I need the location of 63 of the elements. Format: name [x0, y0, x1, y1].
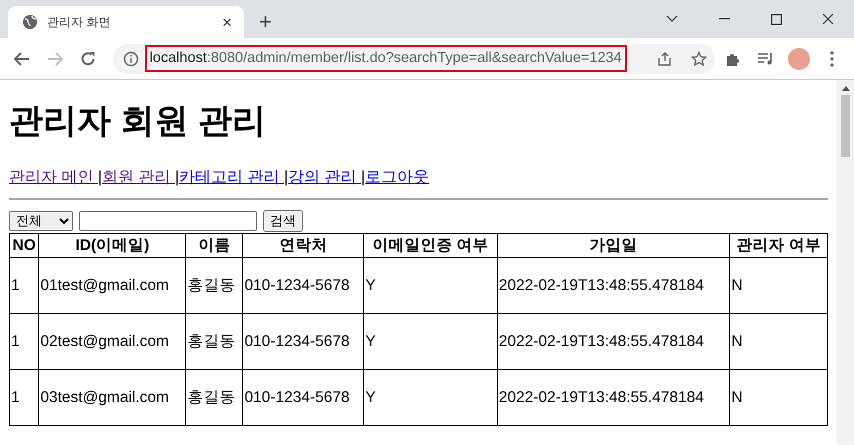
kebab-menu-icon — [830, 50, 834, 66]
url-text: localhost:8080/admin/member/list.do?searchType=all&searchValue=1234 — [144, 44, 627, 72]
table-cell: 1 — [10, 314, 39, 370]
table-cell: 2022-02-19T13:48:55.478184 — [497, 258, 730, 314]
new-tab-button[interactable]: + — [256, 11, 275, 33]
tab-close-button[interactable]: × — [220, 14, 234, 30]
chevron-down-icon — [666, 15, 678, 23]
table-cell: 2022-02-19T13:48:55.478184 — [497, 370, 730, 426]
table-cell: 1 — [10, 370, 39, 426]
column-header: NO — [10, 233, 39, 258]
page-heading: 관리자 회원 관리 — [9, 101, 267, 142]
scrollbar-thumb[interactable] — [841, 95, 850, 157]
table-cell: 010-1234-5678 — [242, 370, 364, 426]
column-header: ID(이메일) — [38, 233, 186, 258]
table-cell: 홍길동 — [186, 370, 243, 426]
reload-icon — [80, 50, 96, 66]
table-cell: Y — [364, 370, 498, 426]
column-header: 이메일인증 여부 — [364, 233, 498, 258]
star-icon[interactable] — [690, 50, 707, 66]
link-separator: | — [174, 168, 180, 186]
address-bar[interactable]: localhost:8080/admin/member/list.do?searchType=all&searchValue=1234 — [112, 44, 715, 74]
nav-link[interactable]: 카테고리 관리 — [179, 168, 284, 186]
playlist-icon — [756, 52, 775, 66]
globe-icon — [22, 14, 38, 30]
table-cell: N — [730, 314, 828, 370]
column-header: 관리자 여부 — [730, 233, 828, 258]
avatar-icon — [788, 48, 810, 70]
nav-link[interactable]: 강의 관리 — [288, 168, 362, 186]
minimize-icon — [718, 18, 730, 20]
maximize-icon — [770, 14, 782, 24]
info-icon — [122, 50, 139, 66]
table-cell: N — [730, 258, 828, 314]
column-header: 연락처 — [242, 233, 364, 258]
table-cell: 2022-02-19T13:48:55.478184 — [497, 314, 730, 370]
forward-arrow-icon — [47, 52, 64, 66]
link-separator: | — [98, 168, 102, 186]
browser-tab[interactable]: 관리자 화면 × — [8, 6, 244, 38]
scroll-up-icon — [842, 86, 850, 91]
column-header: 이름 — [186, 233, 243, 258]
table-cell: 03test@gmail.com — [38, 370, 186, 426]
table-cell: Y — [364, 314, 498, 370]
column-header: 가입일 — [497, 233, 730, 258]
table-cell: N — [730, 370, 828, 426]
table-cell: 1 — [10, 258, 39, 314]
search-button[interactable]: 검색 — [263, 210, 303, 232]
nav-link[interactable]: 로그아웃 — [365, 168, 430, 186]
back-arrow-icon — [14, 52, 30, 66]
share-icon[interactable] — [656, 50, 673, 66]
close-icon — [822, 13, 834, 25]
link-separator: | — [284, 168, 288, 186]
nav-link[interactable]: 관리자 메인 — [9, 168, 98, 186]
table-cell: 02test@gmail.com — [38, 314, 186, 370]
link-separator: | — [361, 168, 366, 186]
table-cell: 01test@gmail.com — [38, 258, 186, 314]
table-cell: 홍길동 — [186, 258, 243, 314]
table-cell: Y — [364, 258, 498, 314]
nav-link[interactable]: 회원 관리 — [102, 168, 175, 186]
search-type-select[interactable]: 전체 — [9, 210, 73, 231]
table-cell: 010-1234-5678 — [242, 314, 364, 370]
search-input-field[interactable] — [79, 210, 257, 231]
tab-title: 관리자 화면 — [47, 14, 110, 31]
table-cell: 홍길동 — [186, 314, 243, 370]
table-cell: 010-1234-5678 — [242, 258, 364, 314]
